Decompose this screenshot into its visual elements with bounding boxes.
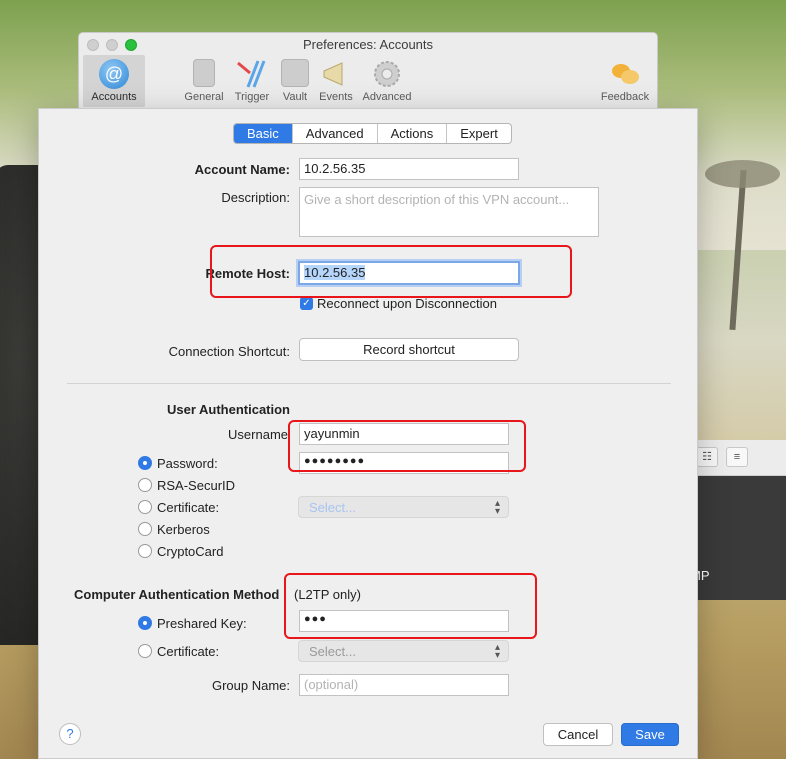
chevron-updown-icon: ▴ ▾ [494,642,500,661]
section-divider [67,383,671,384]
certificate2-label: Certificate: [157,644,220,659]
cancel-button[interactable]: Cancel [543,723,613,746]
preferences-window: Preferences: Accounts @ Accounts General… [78,32,658,110]
description-field[interactable]: Give a short description of this VPN acc… [299,187,599,237]
preshared-key-radio[interactable] [138,616,152,630]
rsa-securid-label: RSA-SecurID [157,478,236,493]
reconnect-checkbox[interactable]: ✓ [300,297,313,310]
account-name-label: Account Name: [194,162,290,177]
help-button[interactable]: ? [59,723,81,745]
annotation-remote-host [210,245,572,298]
speech-bubbles-icon [609,59,641,89]
username-label: Username [228,427,288,442]
certificate2-radio[interactable] [138,644,152,658]
certificate-select[interactable]: Select... ▴ ▾ [298,496,509,518]
account-settings-sheet: Basic Advanced Actions Expert Account Na… [38,108,698,759]
group-name-label: Group Name: [211,678,290,693]
rsa-securid-radio[interactable] [138,478,152,492]
cryptocard-label: CryptoCard [157,544,224,559]
tab-actions[interactable]: Actions [378,124,448,143]
switch-icon [193,59,215,87]
toolbar-feedback[interactable]: Feedback [594,55,656,107]
wallpaper-tree-canopy [705,160,780,188]
list-view-icon[interactable]: ≡ [726,447,748,467]
reconnect-label: Reconnect upon Disconnection [317,296,497,311]
preshared-key-label: Preshared Key: [157,616,247,631]
at-icon: @ [99,59,129,89]
certificate2-select[interactable]: Select... ▴ ▾ [298,640,509,662]
password-label: Password: [157,456,218,471]
annotation-credentials [288,420,526,472]
kerberos-label: Kerberos [157,522,210,537]
tab-basic[interactable]: Basic [234,124,293,143]
column-view-icon[interactable]: ☷ [696,447,718,467]
cryptocard-radio[interactable] [138,544,152,558]
description-label: Description: [221,190,290,205]
user-auth-heading: User Authentication [166,402,290,417]
account-name-field[interactable]: 10.2.56.35 [299,158,519,180]
certificate-radio[interactable] [138,500,152,514]
chevron-updown-icon: ▴ ▾ [494,498,500,517]
save-button[interactable]: Save [621,723,679,746]
tab-expert[interactable]: Expert [447,124,511,143]
record-shortcut-button[interactable]: Record shortcut [299,338,519,361]
group-name-field[interactable]: (optional) [299,674,509,696]
gear-icon [371,59,403,89]
toolbar-advanced[interactable]: Advanced [356,55,418,107]
certificate-label: Certificate: [157,500,220,515]
tab-bar: Basic Advanced Actions Expert [233,123,512,144]
toolbar-accounts[interactable]: @ Accounts [83,55,145,107]
annotation-preshared-key [284,573,537,639]
megaphone-icon [320,59,352,89]
window-title: Preferences: Accounts [302,37,434,52]
background-window[interactable]: ☷ ≡ MP [690,440,786,600]
password-radio[interactable] [138,456,152,470]
tab-advanced[interactable]: Advanced [293,124,378,143]
computer-auth-heading: Computer Authentication Method [74,587,280,602]
connection-shortcut-label: Connection Shortcut: [168,344,290,359]
kerberos-radio[interactable] [138,522,152,536]
background-window-toolbar: ☷ ≡ [690,440,786,476]
